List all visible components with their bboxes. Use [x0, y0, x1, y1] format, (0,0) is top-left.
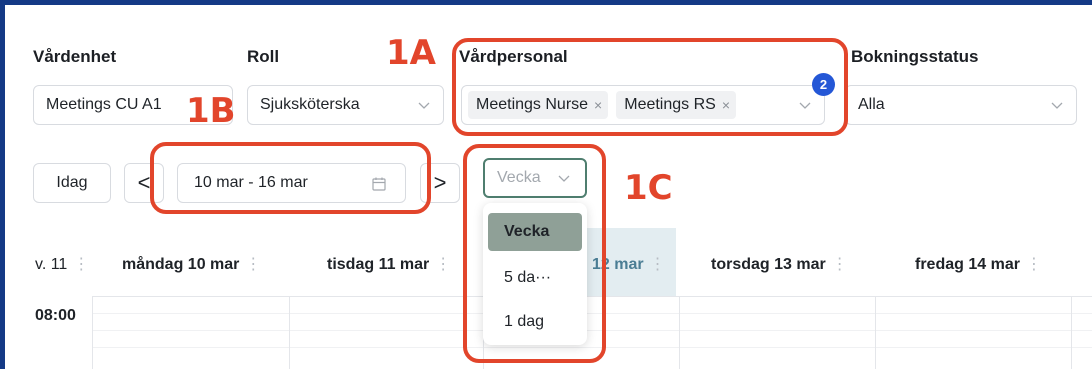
- day-header[interactable]: tisdag 11 mar ⋮: [327, 254, 451, 274]
- annotation-box-1c: [463, 144, 606, 363]
- vardenhet-label: Vårdenhet: [33, 47, 117, 66]
- vardenhet-value: Meetings CU A1: [46, 96, 162, 113]
- chevron-right-icon: >: [433, 170, 447, 195]
- day-header[interactable]: torsdag 13 mar ⋮: [711, 254, 848, 274]
- grid-line: [289, 296, 290, 369]
- chevron-down-icon: [1050, 98, 1064, 112]
- roll-label: Roll: [247, 47, 280, 66]
- day-header[interactable]: måndag 10 mar ⋮: [122, 254, 261, 274]
- chevron-left-icon: <: [137, 170, 151, 195]
- annotation-box-1b: [150, 142, 431, 214]
- day-header[interactable]: fredag 14 mar ⋮: [915, 254, 1042, 274]
- annotation-label-1c: 1C: [624, 168, 673, 208]
- annotation-label-1a: 1A: [386, 33, 436, 73]
- bokningsstatus-label: Bokningsstatus: [851, 47, 979, 66]
- grid-line: [92, 296, 93, 369]
- grid-line: [1071, 296, 1072, 369]
- grid-line: [679, 296, 680, 369]
- week-number: v. 11 ⋮: [35, 256, 90, 273]
- grid-line: [875, 296, 876, 369]
- roll-select[interactable]: Sjuksköterska: [247, 85, 444, 125]
- time-label: 08:00: [35, 307, 76, 324]
- bokningsstatus-value: Alla: [858, 96, 885, 113]
- bokningsstatus-select[interactable]: Alla: [845, 85, 1077, 125]
- annotation-box-1a: [452, 38, 848, 136]
- chevron-down-icon: [417, 98, 431, 112]
- annotation-label-1b: 1B: [186, 91, 236, 131]
- roll-value: Sjuksköterska: [260, 96, 360, 113]
- today-button[interactable]: Idag: [33, 163, 111, 203]
